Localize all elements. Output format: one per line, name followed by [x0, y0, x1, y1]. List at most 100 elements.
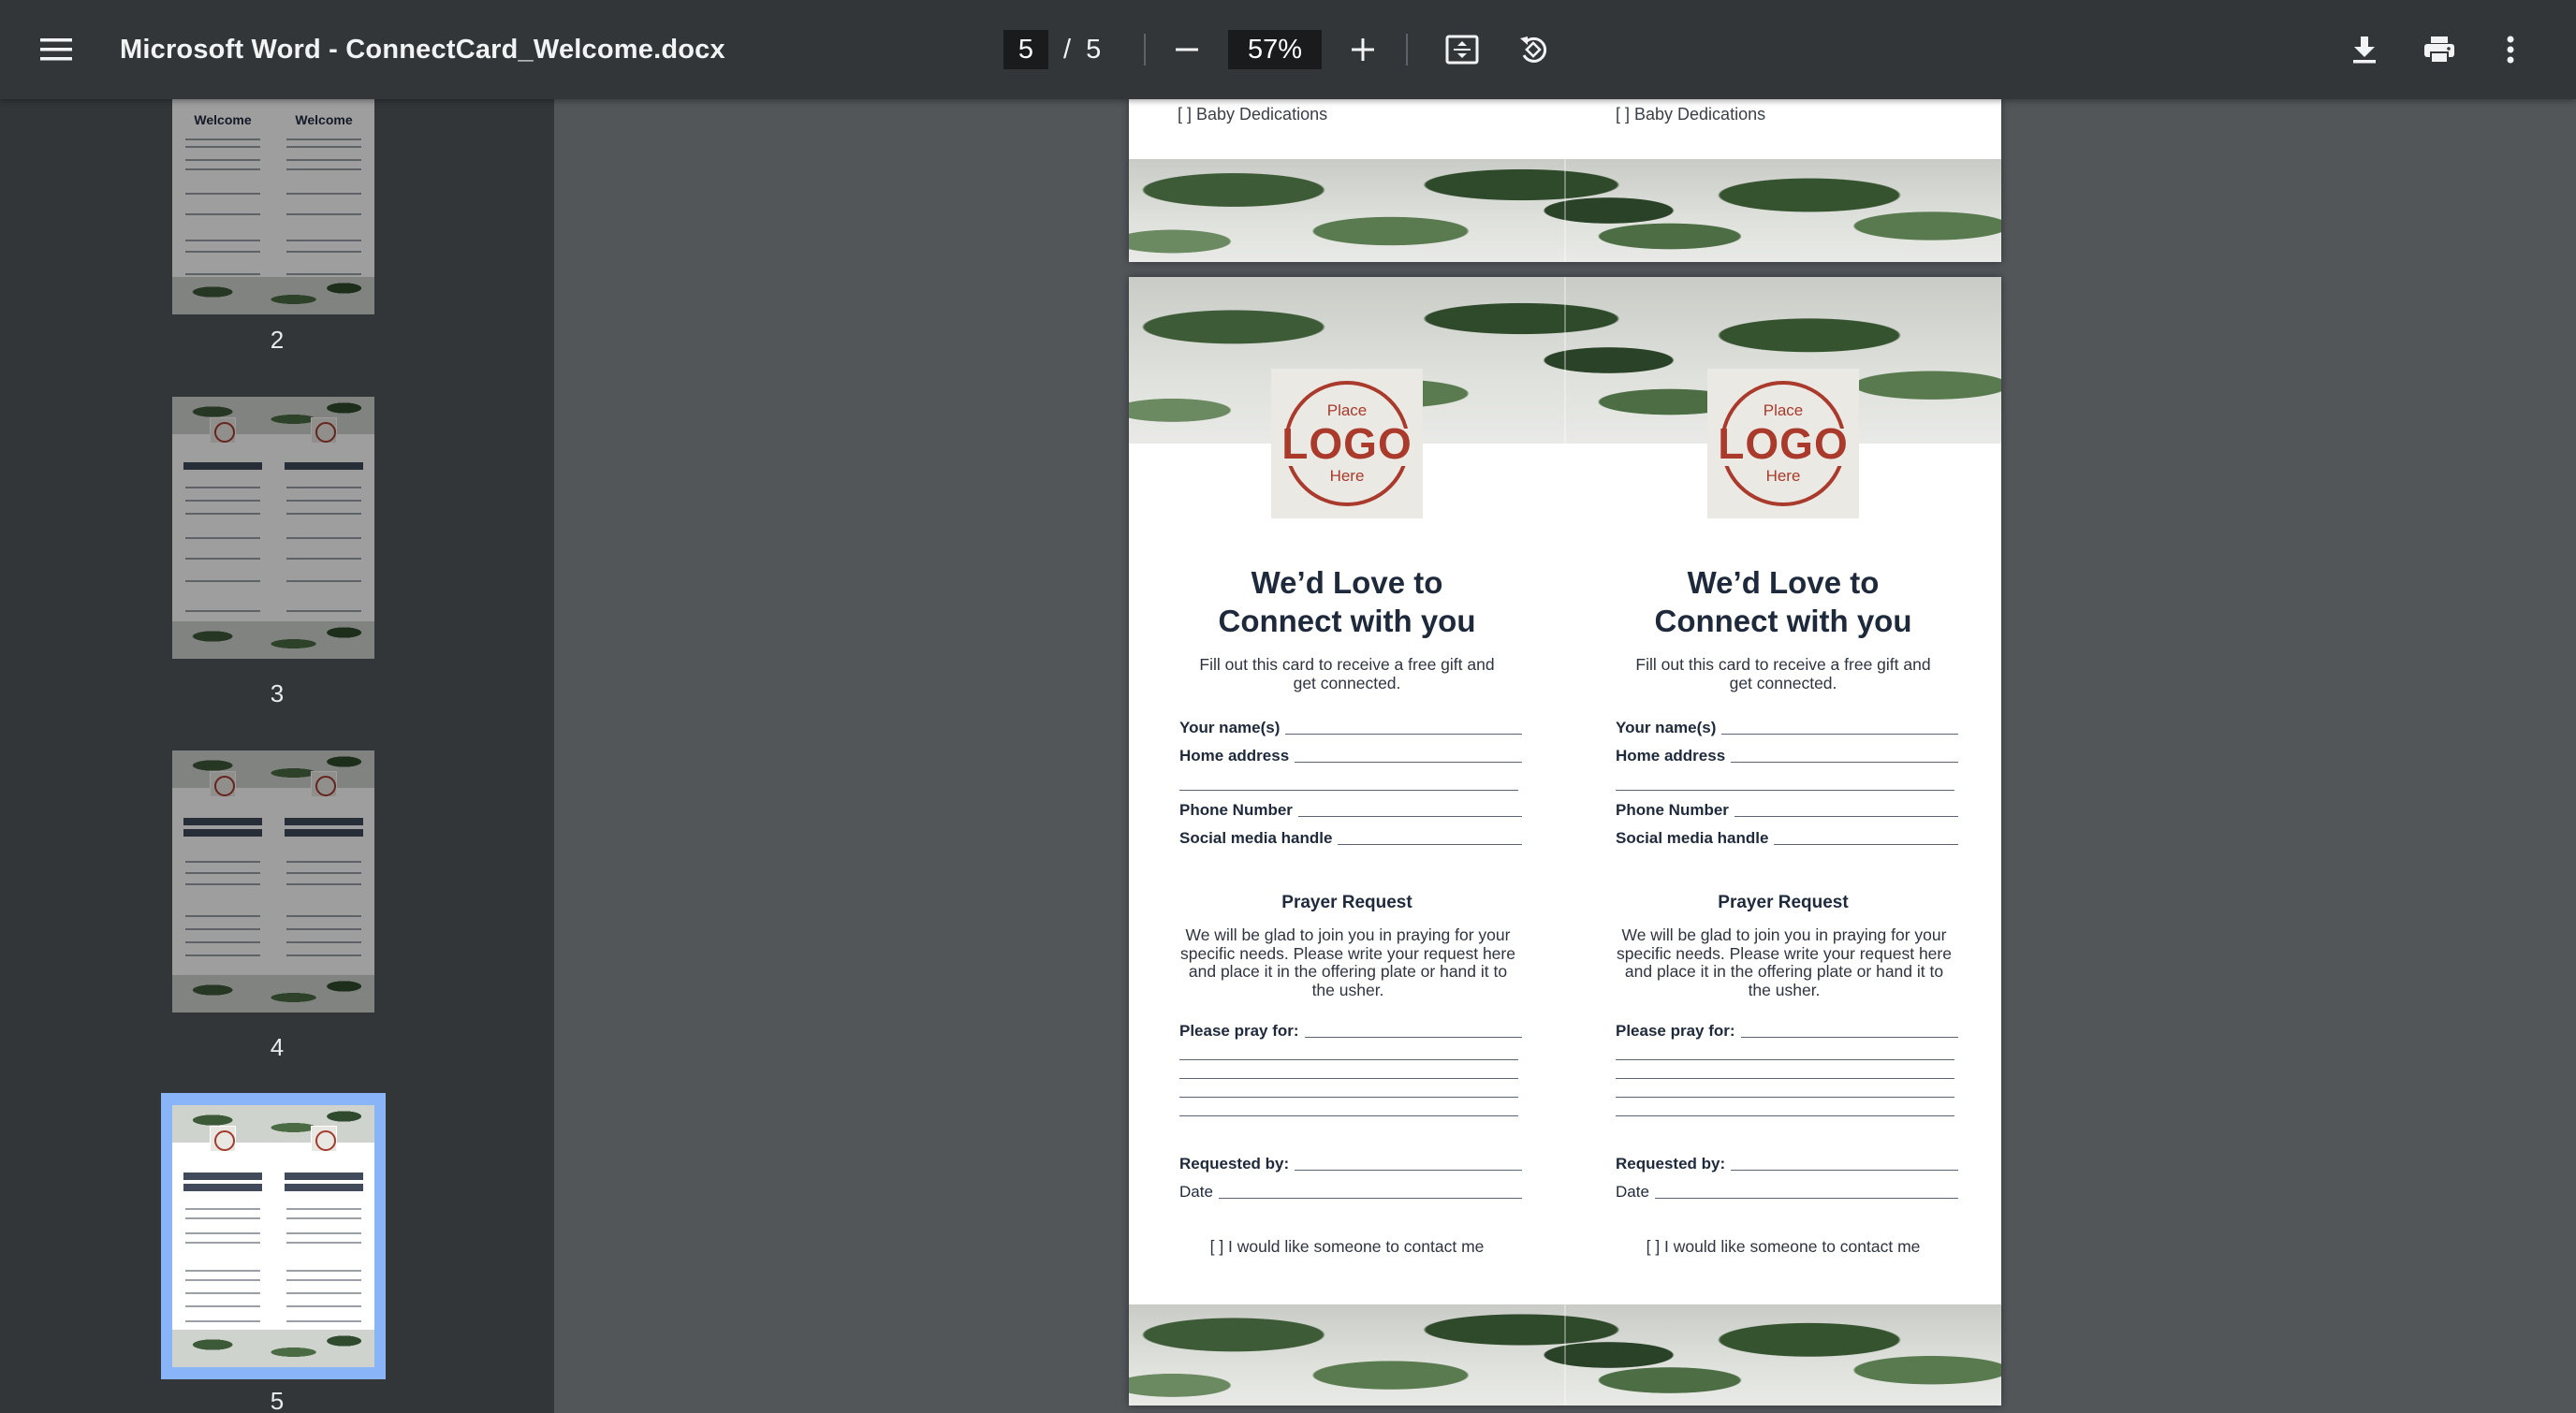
- page-thumbnail[interactable]: Welcome Welcome: [172, 99, 374, 314]
- logo-text: LOGO: [1718, 419, 1849, 468]
- prayer-request-heading: Prayer Request: [1281, 893, 1412, 912]
- blank-line: [1179, 790, 1518, 791]
- plus-icon: [1352, 38, 1374, 61]
- field-label: Social media handle: [1179, 829, 1333, 847]
- zoom-level-input[interactable]: 57%: [1228, 30, 1322, 69]
- logo-bottom-text: Here: [1329, 467, 1365, 485]
- field-label: Social media handle: [1616, 829, 1769, 847]
- rotate-button[interactable]: [1509, 0, 1558, 99]
- contact-checkbox-text: [ ] I would like someone to contact me: [1209, 1237, 1485, 1256]
- blank-line: [1179, 1059, 1518, 1060]
- field-label: Requested by:: [1179, 1155, 1290, 1173]
- field-label: Please pray for:: [1179, 1022, 1299, 1040]
- more-options-button[interactable]: [2486, 0, 2535, 99]
- thumbnail-logo: [210, 771, 236, 797]
- pdf-page-previous: [ ] Baby Dedications [ ] Baby Dedication…: [1129, 99, 2001, 262]
- blank-line: [1179, 1078, 1518, 1079]
- field-label: Phone Number: [1179, 801, 1293, 819]
- blank-line: [1616, 1115, 1954, 1116]
- field-label: Home address: [1616, 747, 1726, 765]
- total-pages: 5: [1086, 34, 1102, 65]
- prayer-request-text: We will be glad to join you in praying f…: [1617, 925, 1952, 999]
- toolbar-divider: [1144, 34, 1146, 66]
- logo-text: LOGO: [1281, 419, 1412, 468]
- blank-line: [1616, 1097, 1954, 1098]
- print-button[interactable]: [2415, 0, 2464, 99]
- logo-placeholder: Place LOGO Here: [1271, 369, 1423, 518]
- thumbnail-label: 2: [270, 326, 285, 354]
- pdf-page-current: Place LOGO Here We’d Love to Connect wit…: [1129, 277, 2001, 1406]
- page-thumbnail-selected[interactable]: [172, 1105, 374, 1367]
- field-label: Phone Number: [1616, 801, 1729, 819]
- page-thumbnail[interactable]: [172, 750, 374, 1012]
- document-title: Microsoft Word - ConnectCard_Welcome.doc…: [120, 34, 725, 65]
- address-field: Home address: [1179, 747, 1522, 765]
- thumbnail-label: 3: [270, 679, 285, 707]
- blank-line: [1616, 1059, 1954, 1060]
- print-icon: [2424, 36, 2454, 64]
- zoom-in-button[interactable]: [1340, 0, 1385, 99]
- thumbnail-logo: [311, 771, 337, 797]
- rotate-icon: [1520, 36, 1547, 63]
- card-title: We’d Love to Connect with you: [1129, 563, 1565, 640]
- more-vertical-icon: [2507, 36, 2514, 64]
- current-page-input[interactable]: 5: [1003, 30, 1048, 69]
- blank-line: [1616, 790, 1954, 791]
- contact-checkbox-text: [ ] I would like someone to contact me: [1646, 1237, 1921, 1256]
- name-field: Your name(s): [1616, 719, 1958, 737]
- page-navigation: 5 / 5: [1003, 0, 1101, 99]
- zoom-out-button[interactable]: [1164, 0, 1209, 99]
- hamburger-menu-icon: [40, 38, 72, 61]
- page-thumbnail[interactable]: [172, 397, 374, 659]
- thumbnail-sidebar: Welcome Welcome 2 3 4 5: [0, 99, 554, 1413]
- pdf-toolbar: Microsoft Word - ConnectCard_Welcome.doc…: [0, 0, 2576, 99]
- social-field: Social media handle: [1616, 829, 1958, 848]
- field-label: Your name(s): [1179, 719, 1281, 736]
- date-field: Date: [1616, 1183, 1958, 1202]
- download-icon: [2353, 36, 2376, 64]
- thumbnail-logo: [210, 417, 236, 444]
- logo-bottom-text: Here: [1765, 467, 1801, 485]
- card-title: We’d Love to Connect with you: [1565, 563, 2001, 640]
- pray-for-field: Please pray for:: [1179, 1022, 1522, 1041]
- logo-top-text: Place: [1326, 401, 1368, 419]
- toolbar-divider: [1406, 34, 1408, 66]
- logo-placeholder: Place LOGO Here: [1707, 369, 1859, 518]
- prayer-request-heading: Prayer Request: [1718, 893, 1849, 912]
- checkbox-item: [ ] Baby Dedications: [1616, 105, 1766, 124]
- field-label: Please pray for:: [1616, 1022, 1735, 1040]
- title-line: Connect with you: [1218, 604, 1476, 638]
- checkbox-item: [ ] Baby Dedications: [1178, 105, 1328, 124]
- blank-line: [1179, 1097, 1518, 1098]
- card-subtitle: Fill out this card to receive a free gif…: [1635, 655, 1931, 692]
- title-line: We’d Love to: [1251, 565, 1443, 600]
- field-label: Date: [1616, 1183, 1649, 1201]
- social-field: Social media handle: [1179, 829, 1522, 848]
- pray-for-field: Please pray for:: [1616, 1022, 1958, 1041]
- connect-card-left: Place LOGO Here We’d Love to Connect wit…: [1129, 277, 1565, 1406]
- page-separator: /: [1063, 34, 1072, 65]
- logo-top-text: Place: [1763, 401, 1804, 419]
- minus-icon: [1176, 48, 1198, 51]
- fit-to-page-button[interactable]: [1438, 0, 1486, 99]
- fit-page-icon: [1445, 35, 1479, 65]
- thumbnail-logo: [311, 1126, 337, 1152]
- title-line: We’d Love to: [1687, 565, 1880, 600]
- connect-card-right: Place LOGO Here We’d Love to Connect wit…: [1565, 277, 2001, 1406]
- field-label: Requested by:: [1616, 1155, 1726, 1173]
- date-field: Date: [1179, 1183, 1522, 1202]
- thumbnail-label: 5: [270, 1387, 285, 1413]
- name-field: Your name(s): [1179, 719, 1522, 737]
- requested-by-field: Requested by:: [1616, 1155, 1958, 1173]
- field-label: Home address: [1179, 747, 1290, 765]
- card-subtitle: Fill out this card to receive a free gif…: [1199, 655, 1495, 692]
- thumbnail-heading: Welcome: [295, 112, 353, 127]
- field-label: Your name(s): [1616, 719, 1717, 736]
- thumbnail-logo: [210, 1126, 236, 1152]
- phone-field: Phone Number: [1616, 801, 1958, 820]
- download-button[interactable]: [2340, 0, 2389, 99]
- menu-button[interactable]: [30, 0, 82, 99]
- prayer-request-text: We will be glad to join you in praying f…: [1180, 925, 1515, 999]
- thumbnail-label: 4: [270, 1033, 285, 1061]
- address-field: Home address: [1616, 747, 1958, 765]
